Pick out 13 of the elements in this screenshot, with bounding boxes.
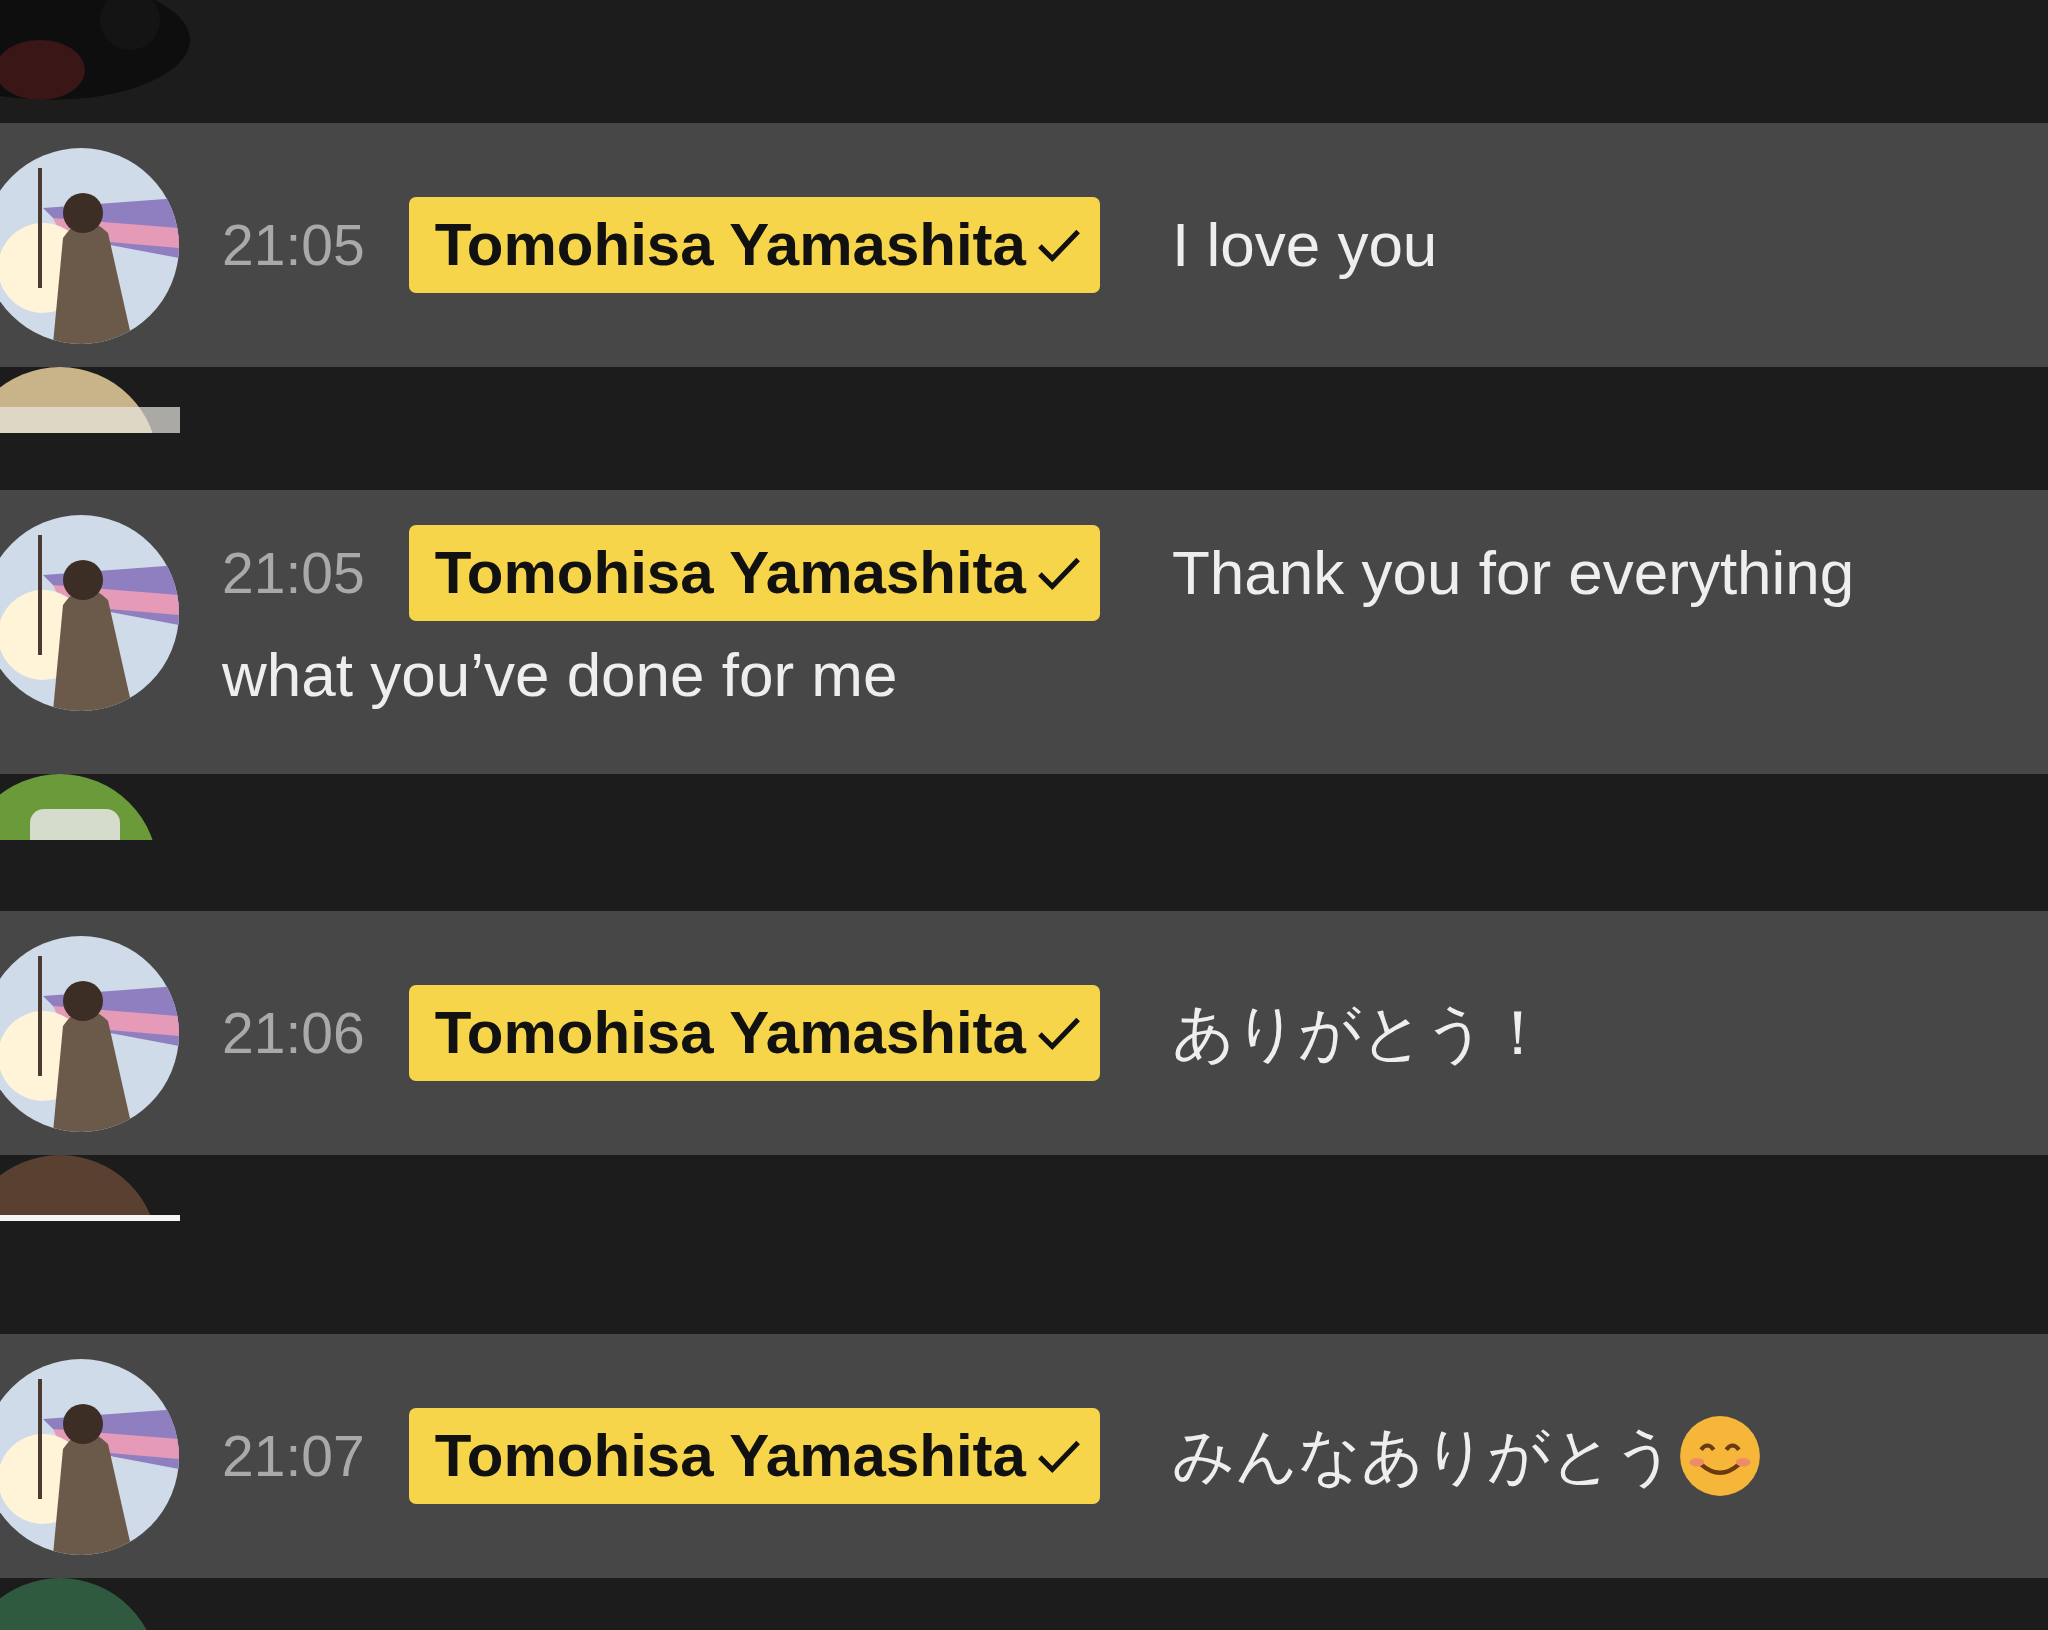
timestamp: 21:05 (222, 212, 365, 279)
chat-message: I love you (1171, 209, 1438, 281)
chat-message: Thank you for everything (1171, 537, 1855, 609)
timestamp: 21:06 (222, 1000, 365, 1067)
timestamp: 21:05 (222, 540, 365, 607)
author-badge[interactable]: Tomohisa Yamashita (408, 197, 1100, 293)
chat-message: みんなありがとう (1171, 1420, 1676, 1492)
author-badge[interactable]: Tomohisa Yamashita (408, 1408, 1100, 1504)
chat-message: ありがとう！ (1171, 997, 1549, 1069)
author-badge[interactable]: Tomohisa Yamashita (408, 525, 1100, 621)
timestamp: 21:07 (222, 1423, 365, 1490)
chat-message: what you’ve done for me (222, 640, 898, 709)
author-badge[interactable]: Tomohisa Yamashita (408, 985, 1100, 1081)
